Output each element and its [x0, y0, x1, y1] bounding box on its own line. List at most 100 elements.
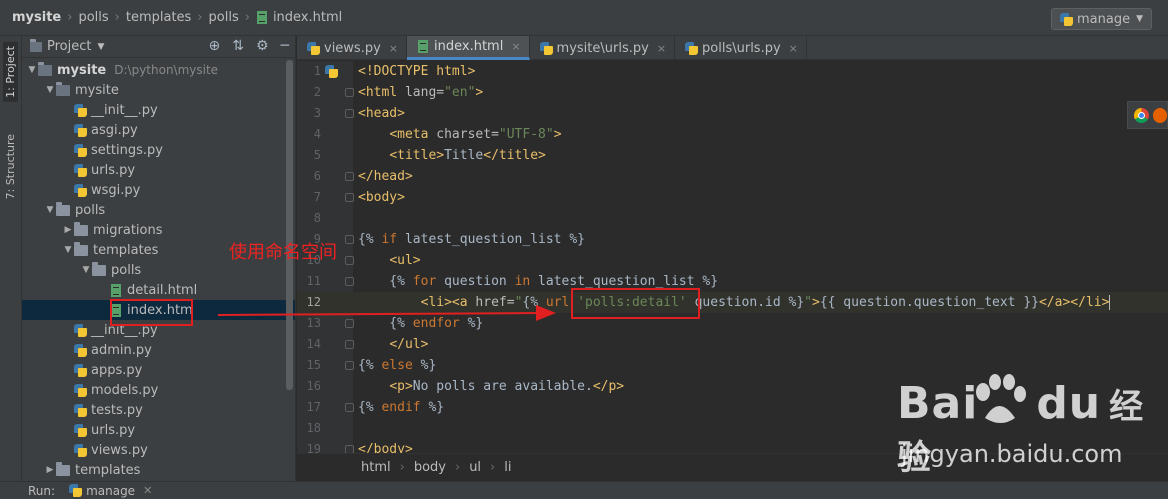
tab-project[interactable]: 1: Project	[3, 42, 18, 102]
line-number: 12	[306, 295, 321, 309]
code-token: endif	[381, 400, 421, 415]
locate-icon[interactable]: ⊕	[209, 38, 221, 54]
editor-tab[interactable]: views.py ×	[297, 36, 408, 60]
scrollbar[interactable]	[286, 60, 293, 390]
editor-breadcrumb-body[interactable]: body	[414, 460, 446, 475]
tree-item[interactable]: ▼ polls	[22, 200, 295, 220]
tree-item[interactable]: ▼ mysite	[22, 80, 295, 100]
tree-item[interactable]: tests.py	[22, 400, 295, 420]
fold-marker-icon[interactable]	[345, 277, 354, 286]
tree-item[interactable]: views.py	[22, 440, 295, 460]
tree-item-label: apps.py	[91, 362, 143, 378]
chevron-down-icon[interactable]: ▼	[80, 265, 92, 275]
folder-icon	[92, 261, 106, 276]
breadcrumb-item-templates[interactable]: templates	[126, 10, 191, 25]
folder-icon	[56, 201, 70, 216]
code-text: <li><a href="{% url 'polls:detail' quest…	[358, 292, 1111, 313]
fold-marker-icon[interactable]	[345, 256, 354, 265]
python-file-icon	[74, 123, 87, 137]
gear-icon[interactable]: ⚙	[256, 38, 269, 54]
chevron-right-icon[interactable]: ▶	[62, 225, 74, 235]
code-token: latest_question_list %}	[530, 274, 719, 289]
fold-marker-icon[interactable]	[345, 403, 354, 412]
tree-item[interactable]: ▶ migrations	[22, 220, 295, 240]
python-icon	[1059, 12, 1073, 26]
project-panel-title[interactable]: Project	[47, 39, 91, 54]
project-panel-header: Project ▼ ⊕ ⇅ ⚙ ─	[22, 36, 295, 58]
fold-marker-icon[interactable]	[345, 235, 354, 244]
code-token: <head>	[358, 106, 405, 121]
firefox-icon[interactable]	[1152, 107, 1167, 123]
code-text: {% if latest_question_list %}	[358, 229, 585, 250]
collapse-all-icon[interactable]: ⇅	[232, 38, 244, 54]
editor-breadcrumb-html[interactable]: html	[361, 460, 391, 475]
code-line: 2 <html lang="en">	[297, 82, 1168, 103]
editor-tabs: views.py × index.html × mysite\urls.py × polls…	[297, 36, 1168, 60]
code-text: </body>	[358, 439, 413, 453]
tab-structure[interactable]: 7: Structure	[3, 130, 18, 203]
chevron-down-icon[interactable]: ▼	[44, 205, 56, 215]
tree-item[interactable]: asgi.py	[22, 120, 295, 140]
line-number: 7	[313, 190, 321, 204]
breadcrumb-item-polls[interactable]: polls	[78, 10, 108, 25]
tree-item[interactable]: ▼ mysite D:\python\mysite	[22, 60, 295, 80]
editor-tab-label: views.py	[324, 40, 381, 56]
fold-marker-icon[interactable]	[345, 445, 354, 453]
close-icon[interactable]: ✕	[143, 484, 152, 497]
chevron-down-icon[interactable]: ▼	[26, 65, 38, 75]
line-number: 1	[313, 64, 321, 78]
editor-tab[interactable]: index.html ×	[407, 36, 530, 60]
close-icon[interactable]: ×	[657, 42, 666, 55]
editor-tab[interactable]: polls\urls.py ×	[675, 36, 807, 60]
fold-marker-icon[interactable]	[345, 340, 354, 349]
tree-item[interactable]: apps.py	[22, 360, 295, 380]
tree-item[interactable]: models.py	[22, 380, 295, 400]
tree-item[interactable]: admin.py	[22, 340, 295, 360]
close-icon[interactable]: ×	[511, 40, 520, 53]
line-number: 3	[313, 106, 321, 120]
navigation-bar: mysite › polls › templates › polls › ind…	[0, 0, 1168, 36]
tree-item[interactable]: settings.py	[22, 140, 295, 160]
tree-item[interactable]: ▶ templates	[22, 460, 295, 480]
editor-breadcrumb-li[interactable]: li	[504, 460, 511, 475]
tree-item[interactable]: urls.py	[22, 420, 295, 440]
fold-marker-icon[interactable]	[345, 88, 354, 97]
breadcrumb-separator-icon: ›	[114, 10, 120, 25]
breadcrumb-item-mysite[interactable]: mysite	[12, 10, 61, 25]
tree-item-label: detail.html	[127, 282, 198, 298]
line-number: 13	[306, 316, 321, 330]
editor-tab[interactable]: mysite\urls.py ×	[530, 36, 676, 60]
fold-marker-icon[interactable]	[345, 319, 354, 328]
breadcrumb-separator-icon: ›	[244, 10, 250, 25]
tree-item-path: D:\python\mysite	[114, 63, 219, 77]
code-token: >	[812, 295, 820, 310]
code-token: {{ question.question_text }}	[819, 295, 1039, 310]
editor-breadcrumb-ul[interactable]: ul	[469, 460, 481, 475]
chrome-icon[interactable]	[1134, 107, 1149, 123]
tree-item[interactable]: __init__.py	[22, 100, 295, 120]
chevron-down-icon[interactable]: ▼	[62, 245, 74, 255]
chevron-down-icon[interactable]: ▼	[44, 85, 56, 95]
python-file-icon	[74, 403, 87, 417]
code-line: 8	[297, 208, 1168, 229]
python-file-icon	[307, 41, 320, 55]
run-tab-manage[interactable]: manage	[86, 484, 135, 498]
close-icon[interactable]: ×	[789, 42, 798, 55]
chevron-down-icon[interactable]: ▼	[97, 42, 104, 52]
editor-tab-label: mysite\urls.py	[556, 40, 649, 56]
code-token: </a></li>	[1038, 295, 1110, 310]
hide-panel-icon[interactable]: ─	[281, 38, 289, 54]
run-configuration-dropdown[interactable]: manage ▼	[1050, 8, 1152, 30]
fold-marker-icon[interactable]	[345, 193, 354, 202]
chevron-right-icon[interactable]: ▶	[44, 465, 56, 475]
tree-item[interactable]: urls.py	[22, 160, 295, 180]
close-icon[interactable]: ×	[389, 42, 398, 55]
tree-item[interactable]: detail.html	[22, 280, 295, 300]
breadcrumb-item-polls-sub[interactable]: polls	[209, 10, 239, 25]
code-token: "en"	[444, 85, 476, 100]
tree-item[interactable]: wsgi.py	[22, 180, 295, 200]
fold-marker-icon[interactable]	[345, 361, 354, 370]
fold-marker-icon[interactable]	[345, 172, 354, 181]
fold-marker-icon[interactable]	[345, 109, 354, 118]
breadcrumb-item-index-html[interactable]: index.html	[256, 10, 342, 25]
